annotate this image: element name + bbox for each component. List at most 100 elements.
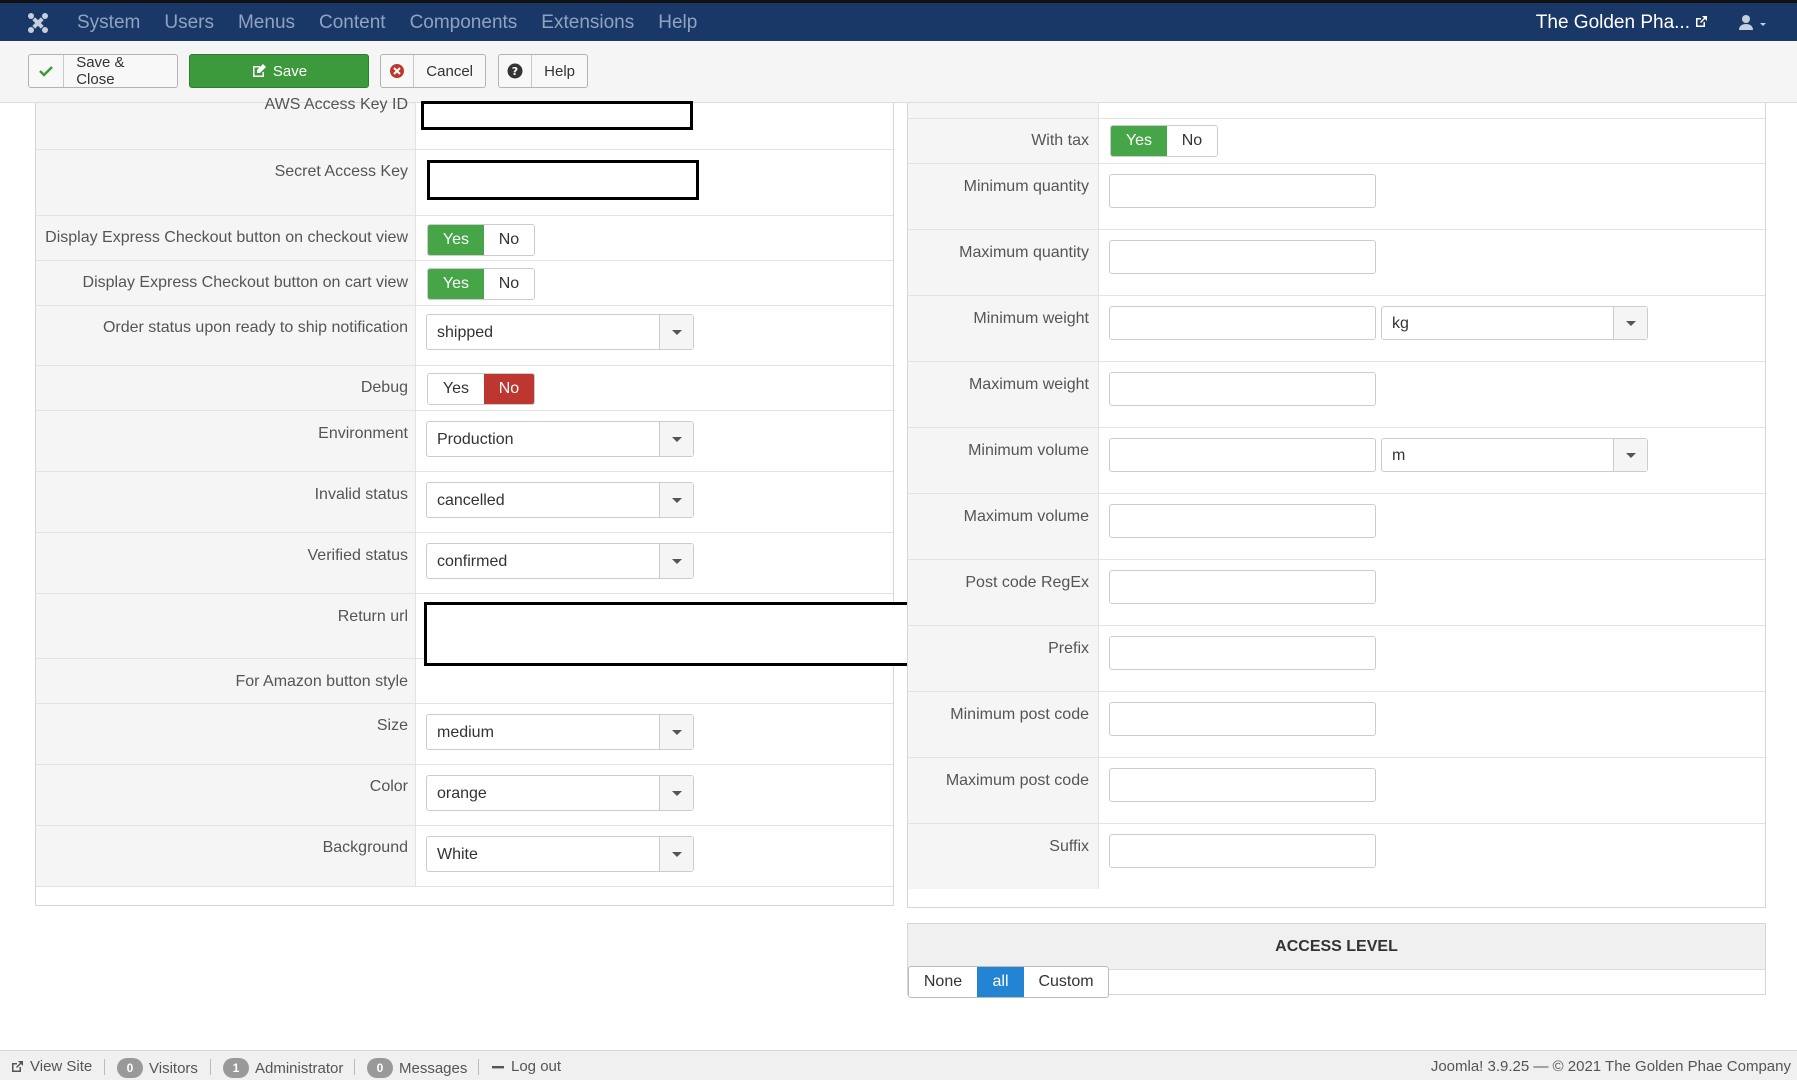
express-checkout-no[interactable]: No: [483, 225, 534, 255]
min-postcode-label: Minimum post code: [950, 706, 1089, 723]
with-tax-row: With tax Yes No: [908, 119, 1765, 164]
messages-count-badge: 0: [367, 1058, 393, 1078]
order-status-select[interactable]: shipped: [426, 314, 694, 350]
max-weight-label: Maximum weight: [968, 376, 1089, 393]
min-volume-row: Minimum volume m: [908, 428, 1765, 494]
max-postcode-label: Maximum post code: [945, 772, 1089, 789]
max-weight-row: Maximum weight: [908, 362, 1765, 428]
right-top-row: [908, 103, 1765, 119]
cancel-circle-icon: [381, 55, 415, 87]
min-qty-label: Minimum quantity: [963, 178, 1089, 195]
environment-label: Environment: [318, 425, 408, 442]
menu-content[interactable]: Content: [319, 12, 386, 34]
with-tax-toggle[interactable]: Yes No: [1110, 125, 1218, 157]
invalid-status-select[interactable]: cancelled: [426, 482, 694, 518]
site-link[interactable]: The Golden Pha...: [1536, 12, 1690, 34]
main-menu: System Users Menus Content Components Ex…: [77, 12, 721, 34]
save-close-button[interactable]: Save & Close: [28, 54, 178, 88]
minus-icon: [492, 1065, 504, 1068]
secret-key-input[interactable]: [427, 160, 699, 200]
menu-users[interactable]: Users: [164, 12, 214, 34]
postcode-regex-input[interactable]: [1109, 570, 1376, 604]
environment-select[interactable]: Production: [426, 421, 694, 457]
max-volume-input[interactable]: [1109, 504, 1376, 538]
logout-link[interactable]: Log out: [491, 1058, 561, 1075]
max-volume-label: Maximum volume: [963, 508, 1089, 525]
min-weight-label: Minimum weight: [973, 310, 1089, 327]
color-select[interactable]: orange: [426, 775, 694, 811]
menu-extensions[interactable]: Extensions: [541, 12, 634, 34]
express-cart-label: Display Express Checkout button on cart …: [82, 274, 408, 291]
administrator-link[interactable]: 1 Administrator: [223, 1058, 343, 1078]
chevron-down-icon: [671, 851, 682, 857]
access-custom-button[interactable]: Custom: [1024, 967, 1108, 997]
min-postcode-input[interactable]: [1109, 702, 1376, 736]
max-postcode-input[interactable]: [1109, 768, 1376, 802]
min-weight-input[interactable]: [1109, 306, 1376, 340]
visitors-link[interactable]: 0 Visitors: [117, 1058, 198, 1078]
size-select[interactable]: medium: [426, 714, 694, 750]
chevron-down-icon: [1625, 452, 1636, 458]
save-button[interactable]: Save: [189, 54, 369, 88]
background-select[interactable]: White: [426, 836, 694, 872]
with-tax-yes[interactable]: Yes: [1111, 126, 1167, 156]
max-volume-row: Maximum volume: [908, 494, 1765, 560]
size-label: Size: [376, 717, 408, 734]
access-level-toggle[interactable]: None all Custom: [908, 966, 1109, 998]
express-cart-no[interactable]: No: [483, 269, 534, 299]
color-row: Color orange: [36, 765, 893, 826]
access-none-button[interactable]: None: [909, 967, 977, 997]
debug-no[interactable]: No: [483, 374, 534, 404]
messages-link[interactable]: 0 Messages: [367, 1058, 467, 1078]
debug-label: Debug: [360, 379, 408, 396]
express-checkout-toggle[interactable]: Yes No: [427, 224, 535, 256]
toolbar: Save & Close Save Cancel ? Help: [0, 41, 1797, 103]
return-url-input[interactable]: [424, 602, 910, 666]
joomla-logo-icon[interactable]: [26, 11, 50, 35]
with-tax-no[interactable]: No: [1166, 126, 1217, 156]
access-all-button[interactable]: all: [977, 967, 1024, 997]
chevron-down-icon: [671, 329, 682, 335]
help-button[interactable]: ? Help: [498, 54, 588, 88]
menu-menus[interactable]: Menus: [238, 12, 295, 34]
max-weight-input[interactable]: [1109, 372, 1376, 406]
chevron-down-icon: [671, 497, 682, 503]
view-site-link[interactable]: View Site: [10, 1058, 92, 1075]
payment-config-panel: AWS Access Key ID Secret Access Key Disp…: [35, 96, 910, 906]
external-link-icon: [1696, 16, 1707, 27]
with-tax-label: With tax: [1031, 132, 1089, 149]
max-qty-row: Maximum quantity: [908, 230, 1765, 296]
external-link-icon: [12, 1060, 23, 1072]
express-checkout-label: Display Express Checkout button on check…: [45, 229, 408, 246]
max-postcode-row: Maximum post code: [908, 758, 1765, 824]
min-qty-input[interactable]: [1109, 174, 1376, 208]
express-checkout-yes[interactable]: Yes: [428, 225, 484, 255]
weight-unit-select[interactable]: kg: [1381, 306, 1648, 340]
user-menu-icon[interactable]: [1737, 13, 1767, 33]
prefix-input[interactable]: [1109, 636, 1376, 670]
min-qty-row: Minimum quantity: [908, 164, 1765, 230]
express-cart-yes[interactable]: Yes: [428, 269, 484, 299]
volume-unit-select[interactable]: m: [1381, 438, 1648, 472]
visitors-count-badge: 0: [117, 1058, 143, 1078]
menu-components[interactable]: Components: [410, 12, 518, 34]
secret-key-row: Secret Access Key: [36, 150, 893, 216]
min-volume-input[interactable]: [1109, 438, 1376, 472]
postcode-regex-label: Post code RegEx: [965, 574, 1089, 591]
min-weight-row: Minimum weight kg: [908, 296, 1765, 362]
suffix-input[interactable]: [1109, 834, 1376, 868]
express-cart-toggle[interactable]: Yes No: [427, 268, 535, 300]
debug-toggle[interactable]: Yes No: [427, 373, 535, 405]
order-status-label: Order status upon ready to ship notifica…: [102, 319, 408, 336]
cancel-button[interactable]: Cancel: [380, 54, 486, 88]
chevron-down-icon: [671, 790, 682, 796]
aws-key-input[interactable]: [421, 101, 693, 130]
debug-yes[interactable]: Yes: [428, 374, 484, 404]
top-navbar: System Users Menus Content Components Ex…: [0, 0, 1797, 41]
max-qty-input[interactable]: [1109, 240, 1376, 274]
background-label: Background: [322, 839, 408, 856]
menu-help[interactable]: Help: [658, 12, 697, 34]
verified-status-select[interactable]: confirmed: [426, 543, 694, 579]
edit-icon: [252, 64, 266, 77]
menu-system[interactable]: System: [77, 12, 140, 34]
